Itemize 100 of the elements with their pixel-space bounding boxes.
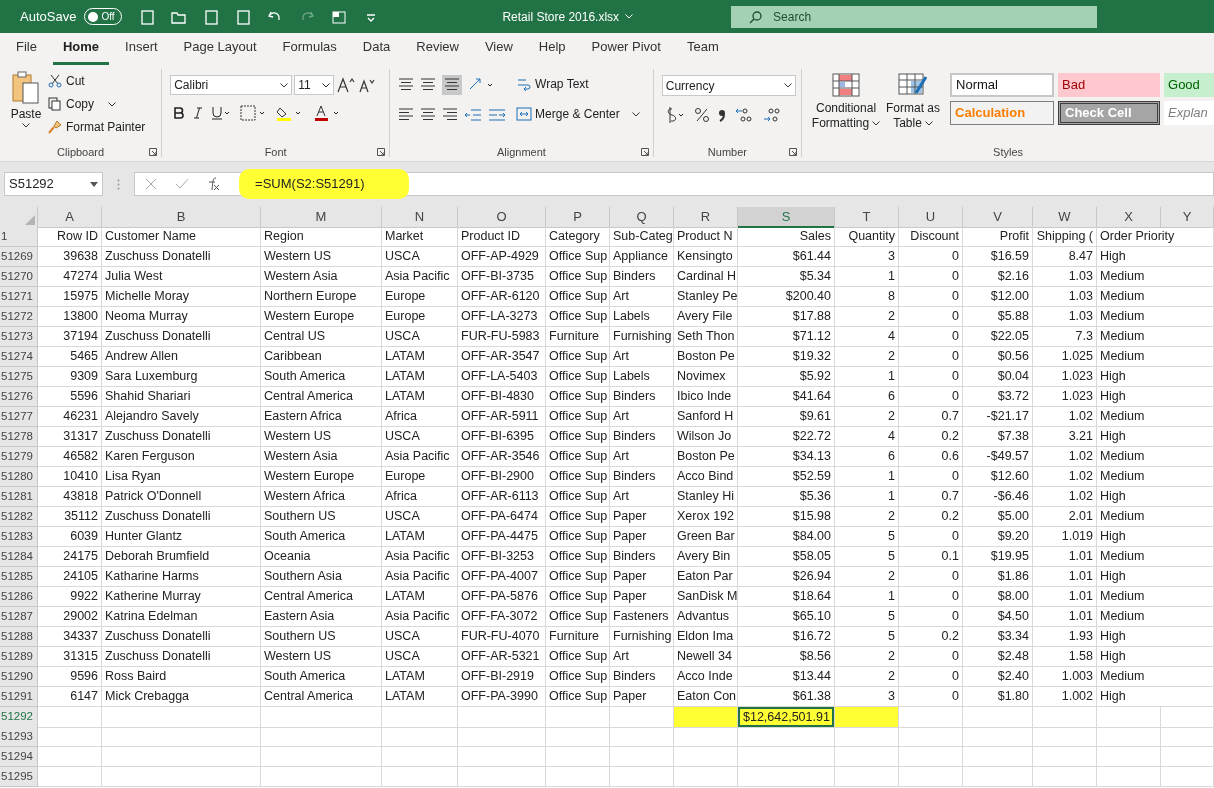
- conditional-formatting-button[interactable]: Conditional Formatting: [812, 73, 881, 143]
- checkmark-icon[interactable]: [175, 178, 190, 190]
- caret-icon[interactable]: [108, 101, 116, 107]
- caret-icon[interactable]: [280, 82, 289, 88]
- number-format-dropdown[interactable]: Currency: [661, 75, 796, 96]
- total-cell[interactable]: $12,642,501.91: [738, 707, 834, 727]
- row-number[interactable]: 51281: [0, 487, 38, 507]
- cut-button[interactable]: Cut: [48, 72, 146, 90]
- caret-icon[interactable]: [322, 82, 331, 88]
- increase-font-icon[interactable]: [336, 76, 357, 94]
- row-number[interactable]: 51291: [0, 687, 38, 707]
- paste-button[interactable]: Paste: [10, 71, 42, 143]
- bold-icon[interactable]: [174, 107, 185, 119]
- ribbon-tab[interactable]: Power Pivot: [581, 36, 671, 65]
- ribbon-tab[interactable]: Data: [352, 36, 401, 65]
- ribbon-tab[interactable]: Team: [676, 36, 729, 65]
- cell-style[interactable]: Bad: [1058, 73, 1161, 97]
- align-right-icon[interactable]: [442, 107, 459, 123]
- caret-icon[interactable]: [924, 121, 933, 126]
- italic-icon[interactable]: [194, 107, 203, 119]
- column-header[interactable]: N: [382, 207, 458, 228]
- dialog-launcher-icon[interactable]: [377, 148, 386, 156]
- row-number[interactable]: 51273: [0, 327, 38, 347]
- dialog-launcher-icon[interactable]: [789, 148, 798, 156]
- column-header[interactable]: A: [38, 207, 102, 228]
- cell-style[interactable]: Good: [1164, 73, 1214, 97]
- row-number[interactable]: 51283: [0, 527, 38, 547]
- grip-icon[interactable]: [117, 178, 121, 190]
- row-number[interactable]: 51274: [0, 347, 38, 367]
- ribbon-tab[interactable]: View: [474, 36, 523, 65]
- caret-icon[interactable]: [22, 123, 30, 128]
- ribbon-tab[interactable]: Review: [406, 36, 469, 65]
- format-painter-button[interactable]: Format Painter: [48, 118, 146, 136]
- row-number[interactable]: 51277: [0, 407, 38, 427]
- column-header[interactable]: B: [102, 207, 261, 228]
- row-number[interactable]: 51287: [0, 607, 38, 627]
- column-header[interactable]: P: [546, 207, 610, 228]
- row-number[interactable]: 51289: [0, 647, 38, 667]
- percent-icon[interactable]: [693, 107, 710, 123]
- column-header[interactable]: U: [899, 207, 963, 228]
- format-as-table-button[interactable]: Format as Table: [884, 73, 943, 143]
- row-number[interactable]: 51295: [0, 767, 38, 787]
- cell-style[interactable]: Explan: [1164, 101, 1214, 125]
- copy-button[interactable]: Copy: [48, 95, 146, 113]
- row-number[interactable]: 51288: [0, 627, 38, 647]
- merge-center-button[interactable]: Merge & Center: [516, 105, 640, 123]
- align-left-icon[interactable]: [398, 107, 415, 123]
- row-number[interactable]: 51270: [0, 267, 38, 287]
- font-name-dropdown[interactable]: Calibri: [170, 75, 293, 95]
- row-number[interactable]: 51269: [0, 247, 38, 267]
- column-header[interactable]: V: [963, 207, 1033, 228]
- column-header[interactable]: M: [261, 207, 382, 228]
- row-number[interactable]: 51292: [0, 707, 38, 728]
- row-number[interactable]: 51271: [0, 287, 38, 307]
- ribbon-tab[interactable]: Page Layout: [173, 36, 267, 65]
- align-center-icon[interactable]: [420, 107, 437, 123]
- align-bottom-icon[interactable]: [444, 77, 461, 93]
- row-number[interactable]: 51286: [0, 587, 38, 607]
- comma-icon[interactable]: [717, 108, 726, 122]
- name-box[interactable]: S51292: [4, 172, 104, 196]
- align-middle-icon[interactable]: [420, 77, 437, 93]
- row-number[interactable]: 51282: [0, 507, 38, 527]
- window-title[interactable]: Retail Store 2016.xlsx: [502, 7, 620, 26]
- dialog-launcher-icon[interactable]: [640, 148, 649, 156]
- align-top-icon[interactable]: [398, 77, 415, 93]
- row-number[interactable]: 51275: [0, 367, 38, 387]
- wrap-text-button[interactable]: Wrap Text: [516, 75, 640, 93]
- row-number[interactable]: 51278: [0, 427, 38, 447]
- column-header[interactable]: S: [738, 207, 835, 228]
- row-number[interactable]: 51276: [0, 387, 38, 407]
- column-header[interactable]: X: [1097, 207, 1161, 228]
- column-header[interactable]: O: [458, 207, 546, 228]
- ribbon-tab[interactable]: Formulas: [272, 36, 347, 65]
- row-number[interactable]: 51285: [0, 567, 38, 587]
- caret-icon[interactable]: [631, 111, 640, 117]
- search-field[interactable]: Search: [731, 5, 1098, 28]
- column-header[interactable]: T: [835, 207, 899, 228]
- dialog-launcher-icon[interactable]: [149, 148, 158, 156]
- increase-decimal-icon[interactable]: [733, 106, 754, 124]
- row-number[interactable]: 51279: [0, 447, 38, 467]
- formula-field[interactable]: =SUM(S2:S51291): [239, 169, 410, 199]
- caret-icon[interactable]: [872, 121, 881, 126]
- row-number[interactable]: 51272: [0, 307, 38, 327]
- caret-icon[interactable]: [783, 83, 792, 88]
- column-header[interactable]: Q: [610, 207, 674, 228]
- cell-style[interactable]: Normal: [950, 73, 1055, 97]
- row-number[interactable]: 51293: [0, 727, 38, 747]
- column-header[interactable]: W: [1033, 207, 1097, 228]
- decrease-decimal-icon[interactable]: [761, 106, 782, 124]
- row-number[interactable]: 51294: [0, 747, 38, 767]
- ribbon-tab[interactable]: Insert: [115, 36, 168, 65]
- ribbon-tab[interactable]: File: [6, 36, 47, 65]
- column-header[interactable]: Y: [1161, 207, 1214, 228]
- ribbon-tab[interactable]: Help: [528, 36, 576, 65]
- font-size-dropdown[interactable]: 11: [294, 75, 335, 95]
- underline-icon[interactable]: [212, 106, 231, 120]
- row-number[interactable]: 1: [0, 227, 38, 247]
- borders-icon[interactable]: [240, 105, 267, 121]
- row-number[interactable]: 51284: [0, 547, 38, 567]
- row-number[interactable]: 51290: [0, 667, 38, 687]
